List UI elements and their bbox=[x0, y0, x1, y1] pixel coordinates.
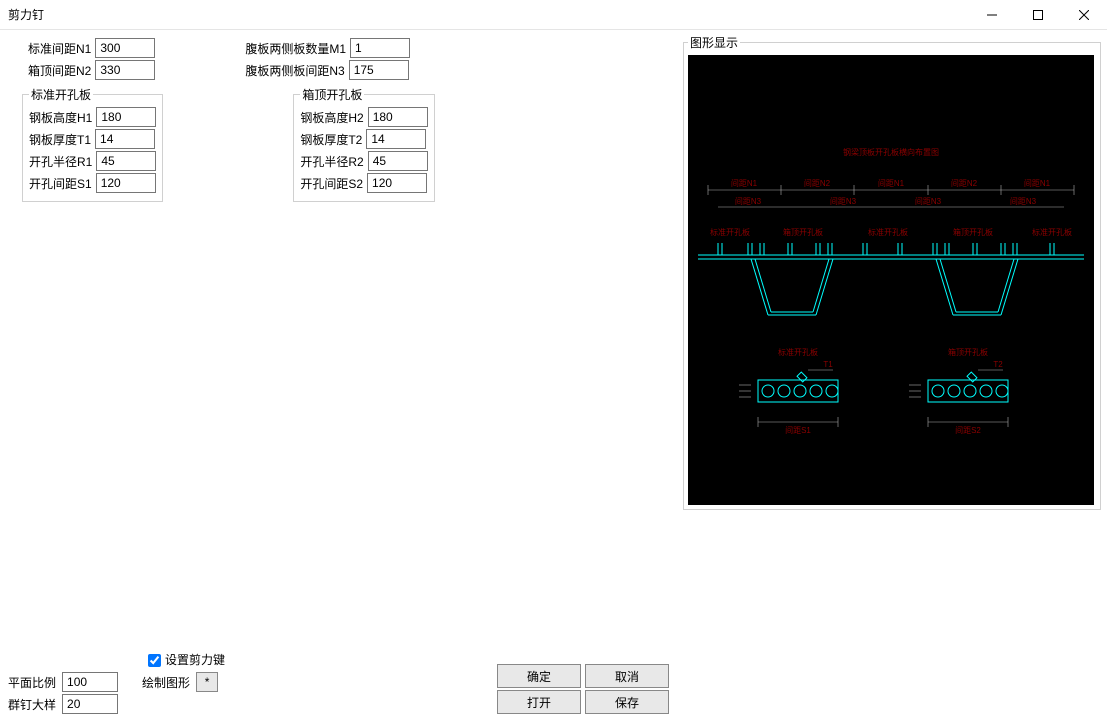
svg-text:间距N2: 间距N2 bbox=[804, 179, 831, 188]
form-area: 标准间距N1 箱顶间距N2 腹板两侧板数量M1 腹板两侧板间距N3 bbox=[8, 38, 668, 202]
n1-label: 标准间距N1 bbox=[28, 40, 91, 57]
n1-input[interactable] bbox=[95, 38, 155, 58]
h1-input[interactable] bbox=[96, 107, 156, 127]
close-button[interactable] bbox=[1061, 0, 1107, 29]
svg-text:间距S2: 间距S2 bbox=[955, 426, 981, 435]
s1-input[interactable] bbox=[96, 173, 156, 193]
svg-text:标准开孔板: 标准开孔板 bbox=[1032, 227, 1072, 237]
n3-label: 腹板两侧板间距N3 bbox=[245, 62, 344, 79]
svg-text:标准开孔板: 标准开孔板 bbox=[710, 227, 750, 237]
group-top-legend: 箱顶开孔板 bbox=[300, 86, 364, 103]
h1-label: 钢板高度H1 bbox=[29, 109, 92, 126]
graph-legend: 图形显示 bbox=[688, 34, 740, 51]
draw-button[interactable]: * bbox=[196, 672, 218, 692]
svg-text:间距N3: 间距N3 bbox=[830, 197, 857, 206]
group-standard-legend: 标准开孔板 bbox=[29, 86, 93, 103]
svg-text:箱顶开孔板: 箱顶开孔板 bbox=[783, 227, 823, 237]
s2-input[interactable] bbox=[367, 173, 427, 193]
scale-input[interactable] bbox=[62, 672, 118, 692]
svg-text:间距N3: 间距N3 bbox=[1010, 197, 1037, 206]
svg-text:间距N3: 间距N3 bbox=[915, 197, 942, 206]
svg-text:T1: T1 bbox=[823, 360, 833, 369]
r1-input[interactable] bbox=[96, 151, 156, 171]
svg-text:箱顶开孔板: 箱顶开孔板 bbox=[948, 347, 988, 357]
svg-text:间距N1: 间距N1 bbox=[1024, 179, 1051, 188]
m1-input[interactable] bbox=[350, 38, 410, 58]
button-grid: 确定 取消 打开 保存 bbox=[497, 664, 669, 714]
window-title: 剪力钉 bbox=[8, 6, 44, 23]
r2-label: 开孔半径R2 bbox=[300, 153, 363, 170]
s1-label: 开孔间距S1 bbox=[29, 175, 92, 192]
m1-label: 腹板两侧板数量M1 bbox=[245, 40, 346, 57]
app-window: 剪力钉 标准间距N1 箱顶间距N2 bbox=[0, 0, 1107, 720]
svg-text:间距N1: 间距N1 bbox=[731, 179, 758, 188]
t2-input[interactable] bbox=[366, 129, 426, 149]
window-controls bbox=[969, 0, 1107, 29]
ok-button[interactable]: 确定 bbox=[497, 664, 581, 688]
titlebar: 剪力钉 bbox=[0, 0, 1107, 30]
n2-label: 箱顶间距N2 bbox=[28, 62, 91, 79]
detail-input[interactable] bbox=[62, 694, 118, 714]
save-button[interactable]: 保存 bbox=[585, 690, 669, 714]
graph-panel: 图形显示 钢梁顶板开孔板横向布置图 间距N1 间距N bbox=[683, 34, 1101, 510]
svg-text:标准开孔板: 标准开孔板 bbox=[868, 227, 908, 237]
s2-label: 开孔间距S2 bbox=[300, 175, 363, 192]
svg-text:间距N2: 间距N2 bbox=[951, 179, 978, 188]
svg-text:间距N3: 间距N3 bbox=[735, 197, 762, 206]
svg-text:箱顶开孔板: 箱顶开孔板 bbox=[953, 227, 993, 237]
open-button[interactable]: 打开 bbox=[497, 690, 581, 714]
maximize-button[interactable] bbox=[1015, 0, 1061, 29]
minimize-button[interactable] bbox=[969, 0, 1015, 29]
svg-text:T2: T2 bbox=[993, 360, 1003, 369]
r2-input[interactable] bbox=[368, 151, 428, 171]
shear-key-checkbox[interactable] bbox=[148, 654, 161, 667]
scale-label: 平面比例 bbox=[8, 674, 56, 691]
svg-text:间距N1: 间距N1 bbox=[878, 179, 905, 188]
svg-text:标准开孔板: 标准开孔板 bbox=[778, 347, 818, 357]
svg-text:间距S1: 间距S1 bbox=[785, 426, 811, 435]
r1-label: 开孔半径R1 bbox=[29, 153, 92, 170]
n3-input[interactable] bbox=[349, 60, 409, 80]
n2-input[interactable] bbox=[95, 60, 155, 80]
h2-input[interactable] bbox=[368, 107, 428, 127]
t1-label: 钢板厚度T1 bbox=[29, 131, 91, 148]
cancel-button[interactable]: 取消 bbox=[585, 664, 669, 688]
draw-label: 绘制图形 bbox=[142, 674, 190, 691]
graph-canvas: 钢梁顶板开孔板横向布置图 间距N1 间距N2 间距N1 间距N2 间距 bbox=[688, 55, 1094, 505]
graph-title: 钢梁顶板开孔板横向布置图 bbox=[843, 147, 939, 157]
t1-input[interactable] bbox=[95, 129, 155, 149]
group-top: 箱顶开孔板 钢板高度H2 钢板厚度T2 开孔半径R2 开孔间距S2 bbox=[293, 86, 434, 202]
group-standard: 标准开孔板 钢板高度H1 钢板厚度T1 开孔半径R1 开孔间距S1 bbox=[22, 86, 163, 202]
t2-label: 钢板厚度T2 bbox=[300, 131, 362, 148]
shear-key-checkbox-label[interactable]: 设置剪力键 bbox=[148, 653, 225, 667]
detail-label: 群钉大样 bbox=[8, 696, 56, 713]
h2-label: 钢板高度H2 bbox=[300, 109, 363, 126]
